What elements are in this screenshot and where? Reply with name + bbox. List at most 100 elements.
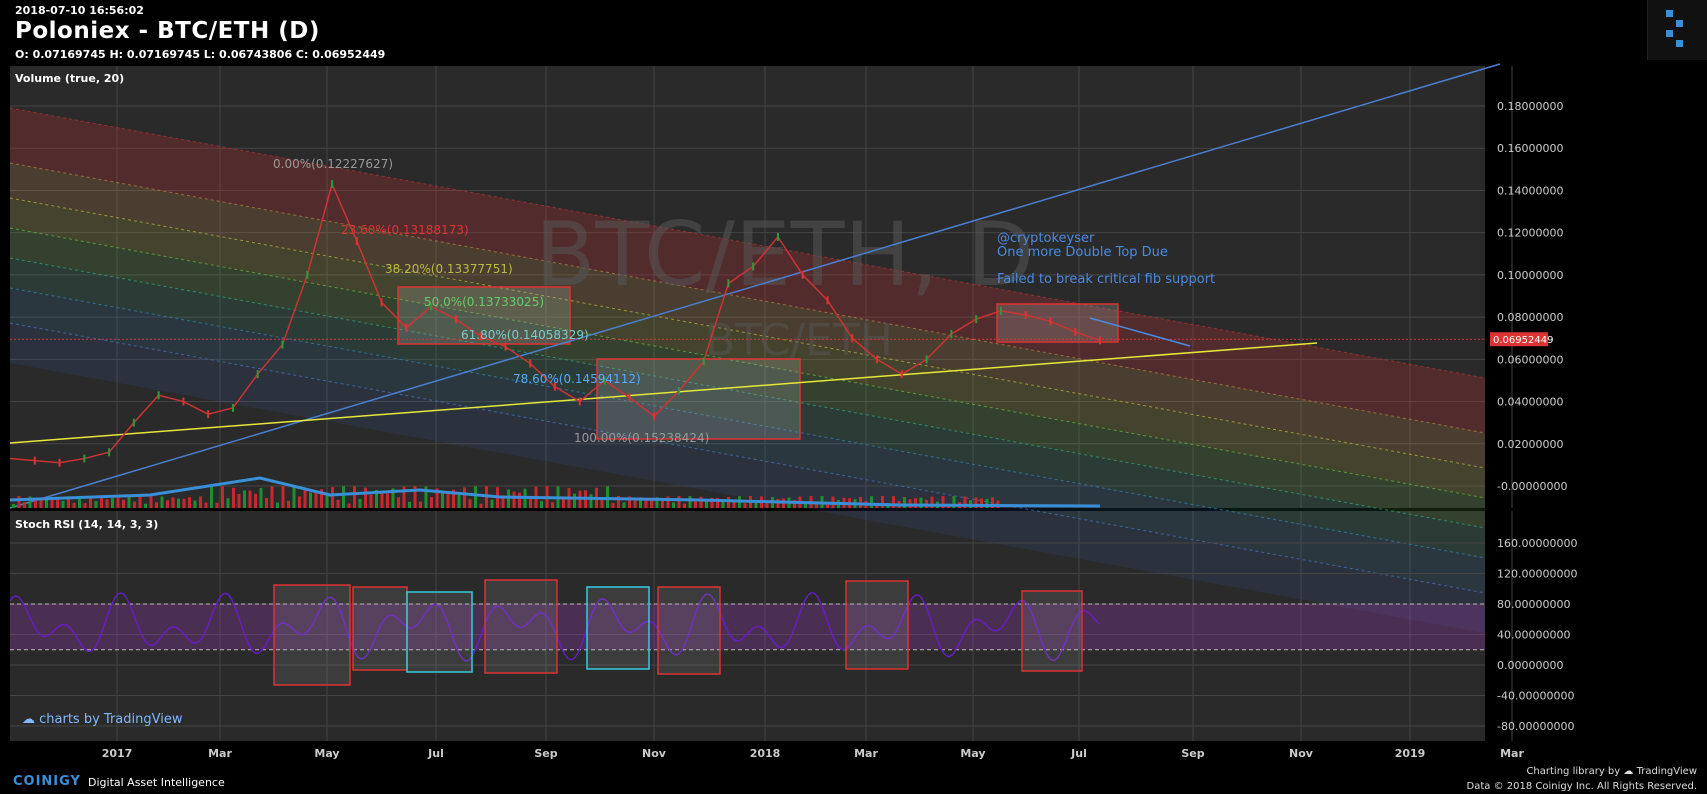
tradingview-icon: ☁ <box>1623 766 1634 777</box>
volume-bar <box>111 498 114 508</box>
volume-bar <box>743 503 747 508</box>
volume-bar <box>336 499 340 508</box>
last-price-label: 0.06952449 <box>1493 335 1553 346</box>
volume-bar <box>325 495 329 508</box>
annotation-box <box>596 358 801 440</box>
volume-bar <box>127 496 131 508</box>
volume-bar <box>727 496 730 508</box>
volume-bar <box>243 490 246 508</box>
volume-bar <box>254 493 257 508</box>
volume-bar <box>468 499 472 508</box>
fib-label: 78.60%(0.14594112) <box>513 372 641 386</box>
rsi-annotation-box <box>352 586 408 671</box>
volume-bar <box>94 501 98 508</box>
annotation-text: Failed to break critical fib support <box>997 272 1215 287</box>
watermark: BTC/ETH, D <box>535 203 1034 306</box>
x-tick-label: 2019 <box>1395 747 1426 760</box>
volume-bar <box>105 499 109 508</box>
volume-bar <box>138 496 142 508</box>
y-tick-label: 40.00000000 <box>1497 629 1570 642</box>
volume-bar <box>215 502 219 508</box>
volume-bar <box>160 496 164 508</box>
copyright: Data © 2018 Coinigy Inc. All Rights Rese… <box>1466 781 1697 792</box>
x-tick-label: Nov <box>642 747 667 760</box>
y-tick-label: 0.16000000 <box>1497 142 1563 155</box>
volume-bar <box>287 500 290 508</box>
rsi-annotation-box <box>657 586 721 675</box>
y-tick-label: 160.00000000 <box>1497 537 1577 550</box>
fib-label: 50.0%(0.13733025) <box>424 295 544 309</box>
volume-bar <box>589 494 593 508</box>
x-tick-label: Sep <box>1181 747 1204 760</box>
rsi-pane-title: Stoch RSI (14, 14, 3, 3) <box>15 518 158 531</box>
volume-bar <box>177 498 180 508</box>
volume-bar <box>776 498 780 508</box>
footer-tagline: Digital Asset Intelligence <box>88 776 225 789</box>
rsi-annotation-box <box>273 584 351 686</box>
volume-bar <box>353 486 356 508</box>
y-tick-label: 0.06000000 <box>1497 353 1563 366</box>
charting-library-label: Charting library by <box>1526 766 1621 777</box>
y-tick-label: 0.12000000 <box>1497 227 1563 240</box>
volume-bar <box>259 487 263 508</box>
volume-bar <box>441 493 444 508</box>
annotation-text: One more Double Top Due <box>997 245 1168 260</box>
volume-bar <box>309 492 312 508</box>
volume-bar <box>182 498 186 508</box>
y-tick-label: 0.18000000 <box>1497 100 1563 113</box>
volume-bar <box>50 499 54 508</box>
volume-bar <box>281 486 285 508</box>
volume-bar <box>298 496 301 508</box>
volume-bar <box>457 494 461 508</box>
volume-bar <box>116 497 120 508</box>
rsi-annotation-box <box>484 579 558 674</box>
chart-canvas[interactable]: 2017 Mar May Jul Sep Nov 2018 Mar May Jul Sep Nov 20… <box>0 0 1707 766</box>
y-tick-label: -40.00000000 <box>1497 690 1574 703</box>
volume-bar <box>193 500 197 508</box>
volume-bar <box>347 503 351 508</box>
volume-bar <box>188 497 191 508</box>
volume-bar <box>149 496 153 508</box>
volume-bar <box>17 496 21 508</box>
volume-bar <box>34 500 37 508</box>
volume-bar <box>171 497 175 508</box>
volume-bar <box>23 501 26 508</box>
rsi-annotation-box <box>1021 590 1083 672</box>
x-tick-label: Sep <box>534 747 557 760</box>
charting-library-credit[interactable]: Charting library by ☁ TradingView <box>1526 766 1697 777</box>
footer-brand[interactable]: COINIGY <box>13 774 81 789</box>
fib-label: 23.60%(0.13188173) <box>341 223 469 237</box>
tradingview-badge[interactable]: ☁ charts by TradingView <box>22 712 182 727</box>
volume-bar <box>507 489 510 508</box>
x-tick-label: Mar <box>854 747 878 760</box>
volume-bar <box>358 498 362 508</box>
volume-bar <box>166 500 169 508</box>
volume-bar <box>815 503 818 508</box>
annotation-box <box>996 303 1119 343</box>
volume-bar <box>699 496 703 508</box>
volume-bar <box>661 500 664 508</box>
volume-bar <box>672 502 675 508</box>
x-tick-label: 2018 <box>750 747 781 760</box>
volume-bar <box>633 500 637 508</box>
x-tick-label: May <box>960 747 985 760</box>
volume-bar <box>83 503 87 508</box>
volume-bar <box>683 503 686 508</box>
y-tick-label: 0.10000000 <box>1497 269 1563 282</box>
volume-bar <box>237 494 241 508</box>
volume-bar <box>369 494 373 508</box>
volume-bar <box>61 500 65 508</box>
x-tick-label: Mar <box>208 747 232 760</box>
volume-bar <box>397 497 400 508</box>
tradingview-name: TradingView <box>1636 766 1697 777</box>
x-tick-label: Jul <box>1070 747 1087 760</box>
volume-bar <box>479 503 483 508</box>
volume-bar <box>512 491 516 508</box>
annotation-text: @cryptokeyser <box>997 231 1095 246</box>
volume-bar <box>573 493 576 508</box>
rsi-annotation-box <box>406 591 473 673</box>
volume-bar <box>292 486 296 508</box>
fib-label: 0.00%(0.12227627) <box>273 157 393 171</box>
volume-bar <box>122 499 125 508</box>
volume-bar <box>551 502 554 508</box>
